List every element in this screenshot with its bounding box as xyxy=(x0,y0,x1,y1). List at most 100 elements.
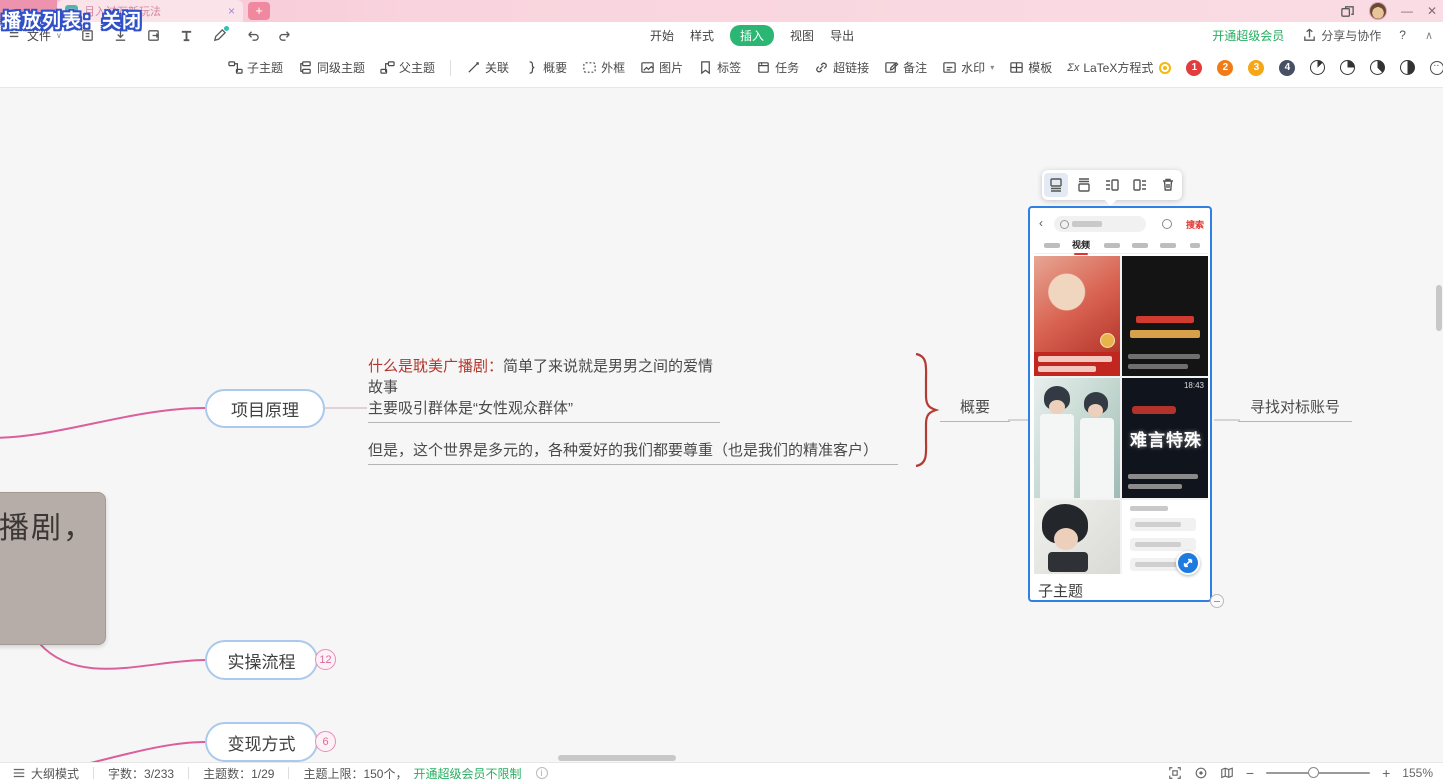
priority-4-icon[interactable]: 4 xyxy=(1279,60,1295,76)
phone-active-tab: 视频 xyxy=(1072,238,1090,251)
audience-text: 主要吸引群体是“女性观众群体” xyxy=(368,400,573,417)
center-target-icon[interactable] xyxy=(1194,766,1208,780)
node-summary[interactable]: 概要 xyxy=(940,396,1010,422)
zoom-slider[interactable] xyxy=(1266,772,1370,774)
outline-mode-button[interactable]: 大纲模式 xyxy=(12,765,79,782)
sibling-topic-button[interactable]: 同级主题 xyxy=(298,59,365,76)
mindmap-canvas[interactable]: 播剧， 项目原理 什么是耽美广播剧：简单了来说就是男男之间的爱情故事 主要吸引群… xyxy=(0,88,1443,762)
sibling-topic-icon xyxy=(298,60,313,75)
practice-flow-count-badge[interactable]: 12 xyxy=(315,649,336,670)
info-icon[interactable]: i xyxy=(536,767,548,779)
link-icon xyxy=(814,60,829,75)
minimap-icon[interactable] xyxy=(1220,766,1234,780)
progress-eighth-icon[interactable] xyxy=(1310,60,1325,75)
image-position-left-button[interactable] xyxy=(1100,173,1124,197)
export-box-icon[interactable] xyxy=(146,28,161,43)
gear-icon xyxy=(1162,219,1172,229)
horizontal-scrollbar[interactable] xyxy=(558,755,676,761)
menu-view[interactable]: 视图 xyxy=(790,27,814,44)
progress-half-icon[interactable] xyxy=(1400,60,1415,75)
delete-image-button[interactable] xyxy=(1156,173,1180,197)
monetization-count-badge[interactable]: 6 xyxy=(315,731,336,752)
menu-export[interactable]: 导出 xyxy=(830,27,854,44)
menu-style[interactable]: 样式 xyxy=(690,27,714,44)
fit-screen-icon[interactable] xyxy=(1168,766,1182,780)
node-diverse-world[interactable]: 但是，这个世界是多元的，各种爱好的我们都要尊重（也是我们的精准客户） xyxy=(368,440,898,465)
zoom-out-button[interactable]: − xyxy=(1246,765,1254,781)
icons-button[interactable]: 图标 ▾ xyxy=(1430,59,1443,76)
upgrade-unlimited-link[interactable]: 开通超级会员不限制 xyxy=(413,765,521,782)
playlist-overlay-text: 播放列表：关闭 xyxy=(2,6,142,33)
diverse-world-text: 但是，这个世界是多元的，各种爱好的我们都要尊重（也是我们的精准客户） xyxy=(368,442,878,459)
watermark-button[interactable]: 水印 ▾ xyxy=(942,59,994,76)
progress-quarter-icon[interactable] xyxy=(1340,60,1355,75)
priority-1-icon[interactable]: 1 xyxy=(1186,60,1202,76)
collapse-toolbar-icon[interactable]: ∧ xyxy=(1425,29,1433,42)
undo-icon[interactable] xyxy=(245,28,260,43)
image-button[interactable]: 图片 xyxy=(640,59,683,76)
node-subtopic-image[interactable]: ‹ 搜索 视频 xyxy=(1028,206,1212,602)
result-card-4: 18:43 难言特殊 xyxy=(1122,378,1208,498)
node-collapse-handle[interactable] xyxy=(1210,594,1224,608)
boundary-button[interactable]: 外框 xyxy=(582,59,625,76)
zoom-in-button[interactable]: + xyxy=(1382,765,1390,781)
image-resize-badge[interactable] xyxy=(1176,551,1200,575)
phone-results-grid: 18:43 难言特殊 xyxy=(1034,256,1208,574)
share-label: 分享与协作 xyxy=(1321,27,1381,44)
zoom-slider-handle[interactable] xyxy=(1308,767,1319,778)
image-position-right-button[interactable] xyxy=(1128,173,1152,197)
image-position-toolbar xyxy=(1042,170,1182,200)
close-tab-icon[interactable]: × xyxy=(228,4,235,18)
close-window-icon[interactable]: ✕ xyxy=(1427,4,1437,18)
pen-icon[interactable] xyxy=(212,28,227,43)
hyperlink-button[interactable]: 超链接 xyxy=(814,59,869,76)
stacked-windows-icon[interactable] xyxy=(1340,4,1355,19)
parent-topic-icon xyxy=(380,60,395,75)
progress-three-eighths-icon[interactable] xyxy=(1370,60,1385,75)
result-card-3 xyxy=(1034,378,1120,498)
menu-insert-active[interactable]: 插入 xyxy=(730,25,774,46)
parent-topic-button[interactable]: 父主题 xyxy=(380,59,435,76)
phone-tab-row: 视频 xyxy=(1034,236,1208,254)
node-subtopic-label: 子主题 xyxy=(1038,580,1083,601)
relationship-button[interactable]: 关联 xyxy=(466,59,509,76)
note-icon xyxy=(884,60,899,75)
label-button[interactable]: 标签 xyxy=(698,59,741,76)
node-find-label: 寻找对标账号 xyxy=(1250,399,1340,416)
menu-start[interactable]: 开始 xyxy=(650,27,674,44)
divider xyxy=(188,767,189,779)
node-practice-flow[interactable]: 实操流程 xyxy=(205,640,318,680)
upgrade-membership-link[interactable]: 开通超级会员 xyxy=(1212,27,1284,44)
image-position-top-button[interactable] xyxy=(1072,173,1096,197)
vertical-scrollbar[interactable] xyxy=(1436,285,1442,331)
summary-button[interactable]: 概要 xyxy=(524,59,567,76)
node-monetization[interactable]: 变现方式 xyxy=(205,722,318,762)
format-painter-icon[interactable] xyxy=(179,28,194,43)
emphasis-text: 什么是耽美广播剧： xyxy=(368,358,503,375)
central-topic-node[interactable]: 播剧， xyxy=(0,492,106,645)
result-card-5 xyxy=(1034,500,1120,574)
relationship-icon xyxy=(466,60,481,75)
subtopic-button[interactable]: 子主题 xyxy=(228,59,283,76)
new-tab-button[interactable]: + xyxy=(248,2,270,20)
task-button[interactable]: 任务 xyxy=(756,59,799,76)
node-project-principle[interactable]: 项目原理 xyxy=(205,389,325,428)
image-position-bottom-button[interactable] xyxy=(1044,173,1068,197)
insert-toolbar: 子主题 同级主题 父主题 关联 概要 外框 图片 标签 xyxy=(0,48,1443,88)
subtopic-icon xyxy=(228,60,243,75)
redo-icon[interactable] xyxy=(278,28,293,43)
chevron-down-icon: ▾ xyxy=(990,63,994,72)
user-avatar[interactable] xyxy=(1369,2,1387,20)
share-icon xyxy=(1302,28,1317,43)
minimize-icon[interactable]: — xyxy=(1401,4,1413,18)
share-collaborate-button[interactable]: 分享与协作 xyxy=(1302,27,1381,44)
note-button[interactable]: 备注 xyxy=(884,59,927,76)
priority-2-icon[interactable]: 2 xyxy=(1217,60,1233,76)
zoom-level-value: 155% xyxy=(1402,766,1433,780)
priority-3-icon[interactable]: 3 xyxy=(1248,60,1264,76)
node-find-benchmark-accounts[interactable]: 寻找对标账号 xyxy=(1238,396,1352,422)
node-what-is-danmei[interactable]: 什么是耽美广播剧：简单了来说就是男男之间的爱情故事 主要吸引群体是“女性观众群体… xyxy=(368,356,720,423)
template-button[interactable]: 模板 xyxy=(1009,59,1052,76)
help-button[interactable]: ? xyxy=(1399,28,1406,42)
latex-button[interactable]: Σx LaTeX方程式 xyxy=(1067,59,1171,76)
